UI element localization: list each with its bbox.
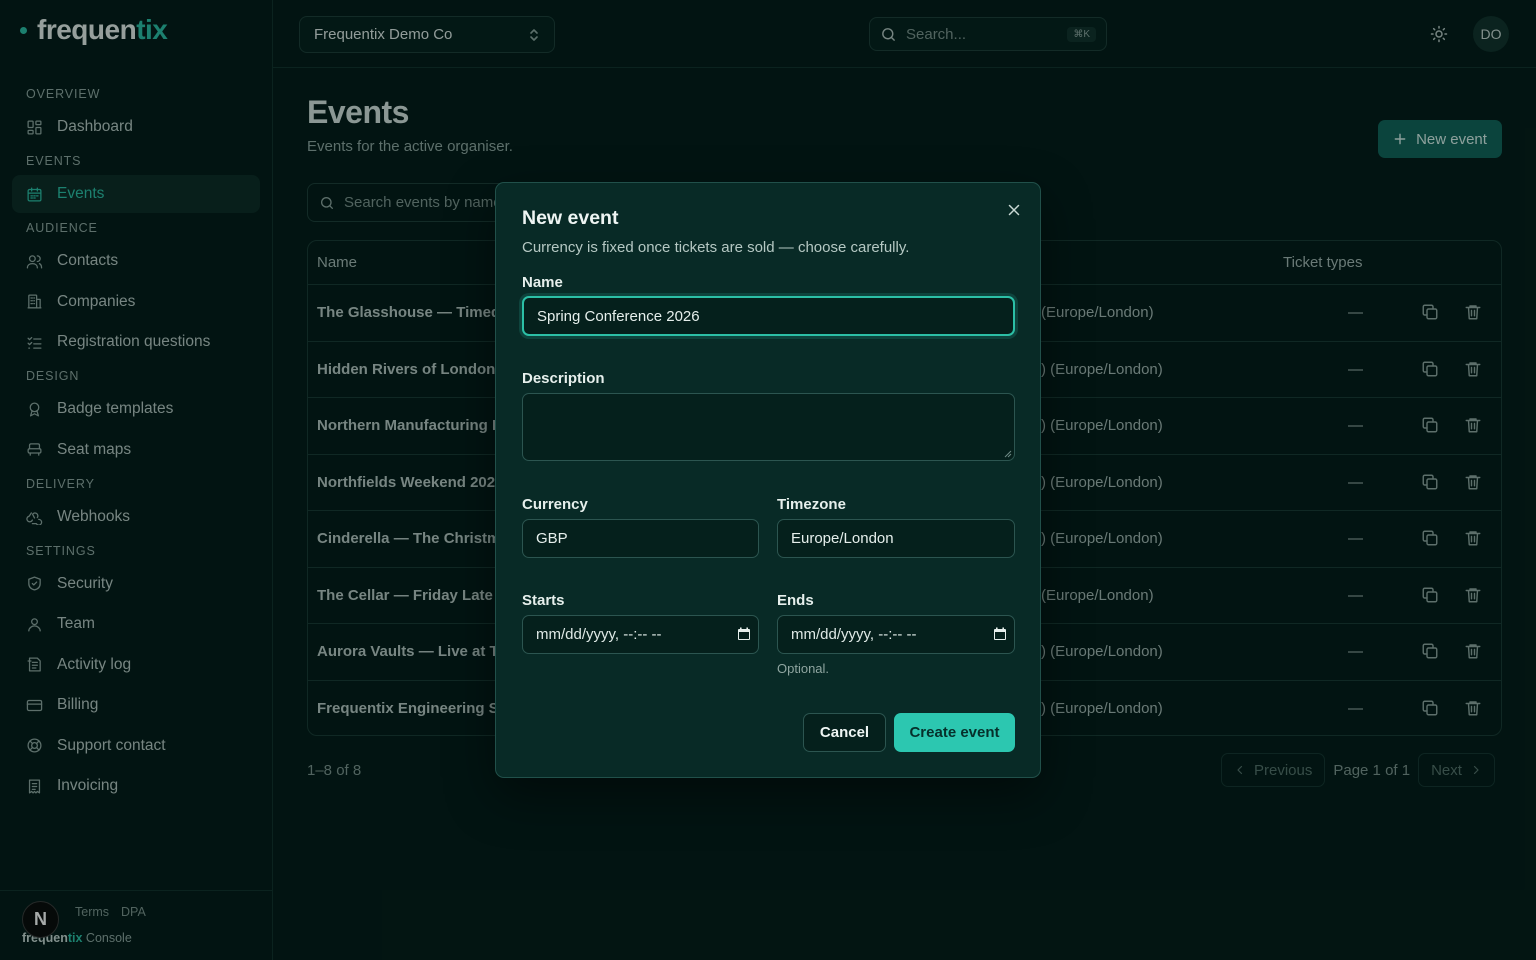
close-icon[interactable] (1005, 201, 1023, 219)
ends-hint: Optional. (777, 661, 830, 676)
dialog-description: Currency is fixed once tickets are sold … (522, 239, 910, 256)
new-event-dialog: New event Currency is fixed once tickets… (495, 182, 1041, 778)
description-label: Description (522, 370, 605, 387)
timezone-label: Timezone (777, 496, 846, 513)
create-event-button[interactable]: Create event (894, 713, 1015, 752)
currency-input[interactable]: GBP (522, 519, 759, 558)
dialog-title: New event (522, 207, 619, 229)
starts-value: mm/dd/yyyy, --:-- -- (536, 626, 662, 643)
ends-label: Ends (777, 592, 814, 609)
starts-datetime-input[interactable]: mm/dd/yyyy, --:-- -- (522, 615, 759, 654)
event-name-input[interactable]: Spring Conference 2026 (522, 296, 1015, 336)
timezone-input[interactable]: Europe/London (777, 519, 1015, 558)
event-description-textarea[interactable] (522, 393, 1015, 461)
name-label: Name (522, 274, 563, 291)
ends-datetime-input[interactable]: mm/dd/yyyy, --:-- -- (777, 615, 1015, 654)
currency-label: Currency (522, 496, 588, 513)
cancel-button[interactable]: Cancel (803, 713, 886, 752)
resize-grip-icon[interactable] (1004, 450, 1012, 458)
starts-label: Starts (522, 592, 565, 609)
calendar-icon[interactable] (737, 627, 751, 641)
calendar-icon[interactable] (993, 627, 1007, 641)
ends-value: mm/dd/yyyy, --:-- -- (791, 626, 917, 643)
